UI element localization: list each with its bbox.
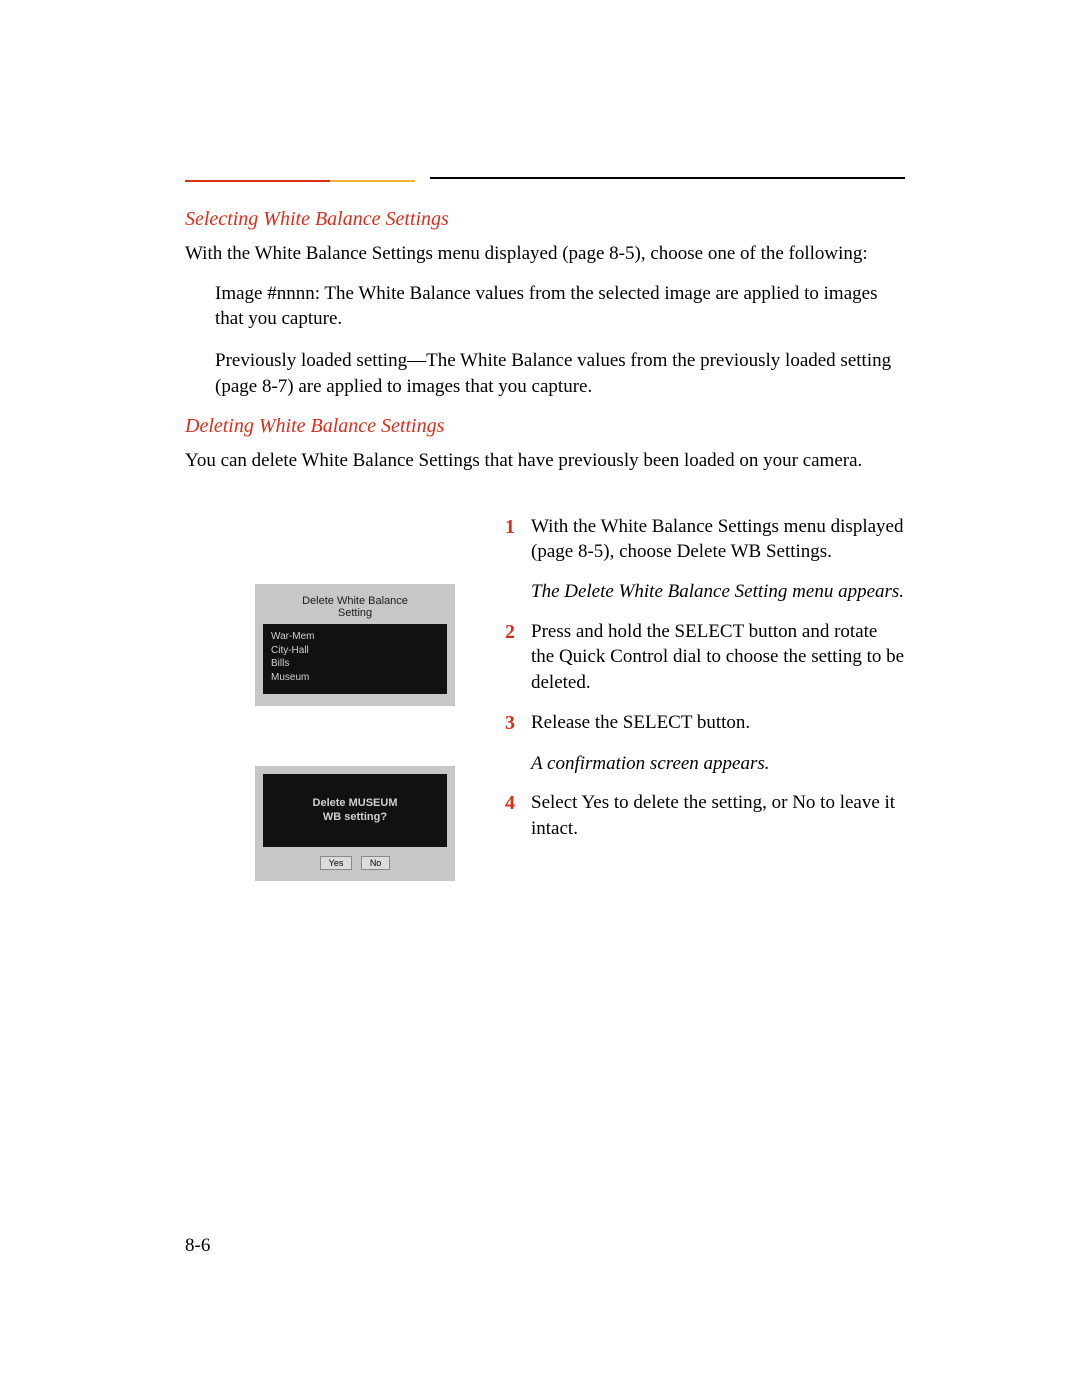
- screenshot-delete-list: Delete White Balance Setting War-Mem Cit…: [255, 584, 455, 706]
- section1-bullets: Image #nnnn: The White Balance values fr…: [215, 281, 905, 400]
- left-column: Delete White Balance Setting War-Mem Cit…: [185, 514, 480, 881]
- section2-intro: You can delete White Balance Settings th…: [185, 448, 905, 474]
- screenshot-confirm: Delete MUSEUM WB setting? Yes No: [255, 766, 455, 881]
- rule-black: [430, 177, 905, 179]
- screenshot1-title: Delete White Balance Setting: [263, 592, 447, 624]
- section-heading-selecting: Selecting White Balance Settings: [185, 208, 905, 231]
- step-text: Select Yes to delete the setting, or No …: [525, 790, 905, 841]
- step-text: Press and hold the SELECT button and rot…: [525, 619, 905, 696]
- rule-yellow: [330, 180, 415, 182]
- rule-red: [185, 180, 330, 182]
- bullet-2: Previously loaded setting—The White Bala…: [215, 348, 905, 399]
- step-1: 1 With the White Balance Settings menu d…: [505, 514, 905, 565]
- yes-button: Yes: [320, 856, 353, 870]
- screenshot1-list: War-Mem City-Hall Bills Museum: [263, 624, 447, 694]
- section1-intro: With the White Balance Settings menu dis…: [185, 241, 905, 267]
- step-3: 3 Release the SELECT button.: [505, 710, 905, 737]
- screenshot2-message: Delete MUSEUM WB setting?: [263, 774, 447, 847]
- screenshot1-title-line1: Delete White Balance: [263, 595, 447, 608]
- header-rules: [185, 180, 905, 186]
- two-column-layout: Delete White Balance Setting War-Mem Cit…: [185, 514, 905, 881]
- list-item: Bills: [271, 657, 439, 671]
- step-number: 2: [505, 619, 525, 696]
- right-column: 1 With the White Balance Settings menu d…: [480, 514, 905, 881]
- step-1-result: The Delete White Balance Setting menu ap…: [531, 579, 905, 605]
- screenshot2-line1: Delete MUSEUM: [267, 796, 443, 810]
- page-number: 8-6: [185, 1235, 210, 1257]
- screenshot2-buttons: Yes No: [263, 847, 447, 873]
- step-text: Release the SELECT button.: [525, 710, 905, 737]
- step-text: With the White Balance Settings menu dis…: [525, 514, 905, 565]
- screenshot1-title-line2: Setting: [263, 607, 447, 620]
- list-item: Museum: [271, 671, 439, 685]
- step-3-result: A confirmation screen appears.: [531, 751, 905, 777]
- step-number: 3: [505, 710, 525, 737]
- document-page: Selecting White Balance Settings With th…: [0, 0, 1080, 1397]
- step-2: 2 Press and hold the SELECT button and r…: [505, 619, 905, 696]
- list-item: War-Mem: [271, 630, 439, 644]
- step-number: 1: [505, 514, 525, 565]
- screenshot2-line2: WB setting?: [267, 810, 443, 824]
- bullet-1: Image #nnnn: The White Balance values fr…: [215, 281, 905, 332]
- list-item: City-Hall: [271, 644, 439, 658]
- step-number: 4: [505, 790, 525, 841]
- no-button: No: [361, 856, 391, 870]
- section-heading-deleting: Deleting White Balance Settings: [185, 415, 905, 438]
- step-4: 4 Select Yes to delete the setting, or N…: [505, 790, 905, 841]
